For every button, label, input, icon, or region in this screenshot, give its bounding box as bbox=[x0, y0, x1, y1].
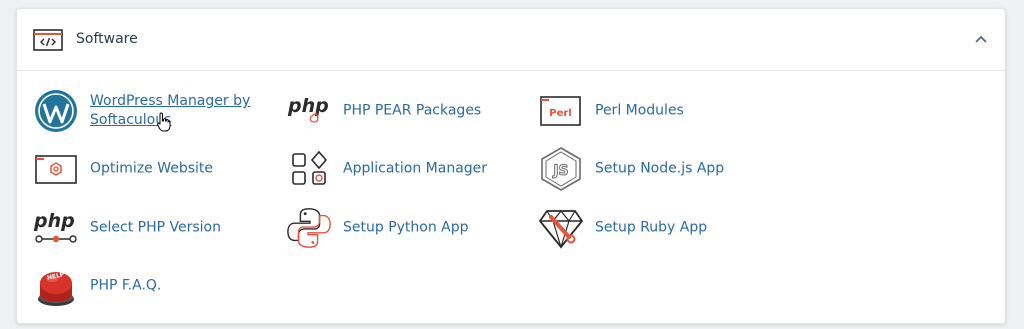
php-pear-packages-item[interactable]: php PHP PEAR Packages bbox=[286, 88, 506, 134]
php-pear-icon: php bbox=[286, 88, 332, 134]
php-version-icon: php bbox=[33, 205, 79, 251]
ruby-icon bbox=[538, 205, 584, 251]
item-label: Perl Modules bbox=[595, 102, 684, 119]
setup-ruby-app-item[interactable]: Setup Ruby App bbox=[538, 205, 758, 251]
application-manager-icon bbox=[286, 146, 332, 192]
chevron-up-icon[interactable] bbox=[971, 29, 991, 49]
hand-cursor-icon bbox=[157, 112, 171, 132]
php-logo-text: php bbox=[287, 95, 329, 117]
perl-icon: Perl bbox=[538, 88, 584, 134]
python-icon bbox=[286, 205, 332, 251]
item-label: PHP PEAR Packages bbox=[343, 102, 482, 119]
item-label: Setup Python App bbox=[343, 219, 469, 236]
item-label: Application Manager bbox=[343, 160, 488, 177]
item-label: PHP F.A.Q. bbox=[90, 277, 162, 294]
setup-python-app-item[interactable]: Setup Python App bbox=[286, 205, 506, 251]
software-panel: Software WordPress Manager by Softaculou… bbox=[16, 8, 1006, 324]
item-label: Setup Node.js App bbox=[595, 160, 725, 177]
help-button-icon: HELP bbox=[33, 263, 79, 309]
optimize-website-icon bbox=[33, 146, 79, 192]
setup-nodejs-app-item[interactable]: JS Setup Node.js App bbox=[538, 146, 758, 192]
code-window-icon bbox=[33, 29, 63, 51]
item-label: WordPress Manager by Softaculous bbox=[90, 93, 251, 128]
item-label: Select PHP Version bbox=[90, 219, 221, 236]
perl-modules-item[interactable]: Perl Perl Modules bbox=[538, 88, 758, 134]
item-label: Optimize Website bbox=[90, 160, 214, 177]
section-title: Software bbox=[76, 31, 138, 47]
software-section-header[interactable]: Software bbox=[17, 9, 1005, 71]
nodejs-icon: JS bbox=[538, 146, 584, 192]
js-logo-text: JS bbox=[552, 163, 568, 179]
item-label: Setup Ruby App bbox=[595, 219, 708, 236]
select-php-version-item[interactable]: php Select PHP Version bbox=[33, 205, 253, 251]
wordpress-manager-item[interactable]: WordPress Manager by Softaculous bbox=[33, 88, 273, 134]
application-manager-item[interactable]: Application Manager bbox=[286, 146, 506, 192]
wordpress-icon bbox=[33, 88, 79, 134]
perl-logo-text: Perl bbox=[549, 108, 571, 119]
php-faq-item[interactable]: HELP PHP F.A.Q. bbox=[33, 263, 253, 309]
optimize-website-item[interactable]: Optimize Website bbox=[33, 146, 253, 192]
php-logo-text: php bbox=[33, 210, 75, 232]
